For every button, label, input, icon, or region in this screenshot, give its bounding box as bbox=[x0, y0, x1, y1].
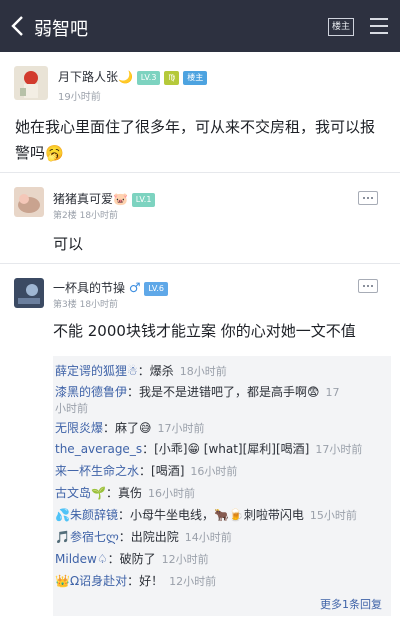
avatar[interactable] bbox=[14, 278, 44, 308]
list-item[interactable]: Mildew♤：破防了 12小时前 bbox=[55, 550, 209, 567]
avatar[interactable] bbox=[14, 187, 44, 217]
reply-username[interactable]: 来一杯生命之水 bbox=[55, 464, 139, 478]
only-op-button[interactable]: 楼主 bbox=[328, 18, 354, 36]
floor-meta: 第3楼 18小时前 bbox=[53, 300, 119, 310]
gender-male-icon: ♂ bbox=[128, 281, 141, 296]
reply-time: 17小时前 bbox=[157, 422, 205, 435]
reply-time: 15小时前 bbox=[309, 509, 357, 522]
username-row: 一杯具的节操 ♂ LV.6 bbox=[53, 279, 168, 296]
reply-text: ：好！ bbox=[127, 574, 164, 588]
reply-time: 14小时前 bbox=[184, 531, 232, 544]
reply-text: ：[喝酒] bbox=[139, 464, 185, 478]
reply-username[interactable]: 无限炎爆 bbox=[55, 421, 103, 435]
post-time: 19小时前 bbox=[58, 92, 101, 103]
reply-text: ：[小乖]😁 [what][犀利][喝酒] bbox=[142, 442, 310, 456]
reply-text: ：真伤 bbox=[105, 486, 142, 500]
username[interactable]: 一杯具的节操 bbox=[53, 281, 125, 295]
reply-username[interactable]: 古文岛🌱 bbox=[55, 486, 106, 500]
list-item-continuation: 小时前 bbox=[55, 400, 88, 416]
username[interactable]: 猪猪真可爱🐷 bbox=[53, 192, 128, 206]
reply-text: ：破防了 bbox=[107, 552, 156, 566]
avatar[interactable] bbox=[14, 66, 48, 100]
reply-time: 16小时前 bbox=[147, 487, 195, 500]
list-item[interactable]: 来一杯生命之水：[喝酒] 16小时前 bbox=[55, 462, 237, 479]
zodiac-badge: ♍ bbox=[164, 70, 180, 85]
list-item[interactable]: 古文岛🌱：真伤 16小时前 bbox=[55, 484, 195, 501]
reply-username[interactable]: Mildew♤ bbox=[55, 552, 108, 566]
reply-text: ：出院出院 bbox=[118, 530, 179, 544]
reply-time: 12小时前 bbox=[169, 575, 217, 588]
username[interactable]: 月下路人张🌙 bbox=[58, 70, 133, 84]
sub-replies: 薛定谔的狐狸☃：爆杀 18小时前 漆黑的德鲁伊：我是不是进错吧了，都是高手啊😨 17… bbox=[53, 356, 391, 616]
floor-text: 可以 bbox=[53, 235, 84, 253]
op-username-row: 月下路人张🌙 LV.3 ♍ 楼主 bbox=[58, 68, 208, 85]
original-post: 月下路人张🌙 LV.3 ♍ 楼主 19小时前 她在我心里面住了很多年，可从来不交… bbox=[0, 52, 400, 172]
reply-text: ：小母牛坐电线，🐂🍺刺啦带闪电 bbox=[117, 508, 304, 522]
username-row: 猪猪真可爱🐷 LV.1 bbox=[53, 190, 156, 207]
reply-text: ：我是不是进错吧了，都是高手啊😨 bbox=[127, 385, 320, 399]
level-badge: LV.1 bbox=[131, 192, 156, 207]
reply-time: 17小时前 bbox=[315, 443, 363, 456]
back-arrow-icon[interactable] bbox=[8, 14, 30, 38]
reply-time: 18小时前 bbox=[179, 365, 227, 378]
reply-time: 16小时前 bbox=[190, 465, 238, 478]
list-item[interactable]: 薛定谔的狐狸☃：爆杀 18小时前 bbox=[55, 362, 227, 379]
more-options-icon[interactable] bbox=[358, 191, 378, 205]
reply-username[interactable]: 薛定谔的狐狸☃ bbox=[55, 364, 138, 378]
level-badge: LV.3 bbox=[136, 70, 161, 85]
reply-username[interactable]: 👑Ω诏身赴对 bbox=[55, 574, 127, 588]
floor-meta: 第2楼 18小时前 bbox=[53, 211, 119, 221]
reply-text: ：麻了😅 bbox=[103, 421, 152, 435]
forum-title: 弱智吧 bbox=[34, 19, 88, 40]
reply-username[interactable]: 漆黑的德鲁伊 bbox=[55, 385, 127, 399]
reply-username[interactable]: 💦朱颜辞镜 bbox=[55, 508, 118, 522]
list-item[interactable]: 无限炎爆：麻了😅 17小时前 bbox=[55, 419, 205, 436]
more-replies-link[interactable]: 更多1条回复 bbox=[320, 596, 382, 612]
reply-time: 12小时前 bbox=[161, 553, 209, 566]
list-item[interactable]: 漆黑的德鲁伊：我是不是进错吧了，都是高手啊😨 17 bbox=[55, 383, 340, 400]
list-item[interactable]: the_average_s：[小乖]😁 [what][犀利][喝酒] 17小时前 bbox=[55, 440, 362, 457]
reply-time: 17 bbox=[325, 386, 340, 399]
top-bar: 弱智吧 楼主 bbox=[0, 0, 400, 52]
reply-username[interactable]: the_average_s bbox=[55, 442, 142, 456]
menu-icon[interactable] bbox=[370, 18, 388, 34]
list-item[interactable]: 💦朱颜辞镜：小母牛坐电线，🐂🍺刺啦带闪电 15小时前 bbox=[55, 506, 357, 523]
floor-2: 猪猪真可爱🐷 LV.1 第2楼 18小时前 可以 bbox=[0, 173, 400, 263]
post-content: 她在我心里面住了很多年，可从来不交房租，我可以报警吗🥱 bbox=[15, 118, 376, 162]
list-item[interactable]: 👑Ω诏身赴对：好！ 12小时前 bbox=[55, 572, 216, 589]
reply-text: ：爆杀 bbox=[137, 364, 174, 378]
list-item[interactable]: 🎵参宿七ლ：出院出院 14小时前 bbox=[55, 528, 232, 545]
more-options-icon[interactable] bbox=[358, 279, 378, 293]
reply-time: 小时前 bbox=[55, 402, 88, 415]
floor-text: 不能 2000块钱才能立案 你的心对她一文不值 bbox=[53, 322, 356, 340]
reply-username[interactable]: 🎵参宿七ლ bbox=[55, 530, 119, 544]
level-badge: LV.6 bbox=[144, 281, 168, 296]
op-role-badge: 楼主 bbox=[183, 70, 208, 85]
